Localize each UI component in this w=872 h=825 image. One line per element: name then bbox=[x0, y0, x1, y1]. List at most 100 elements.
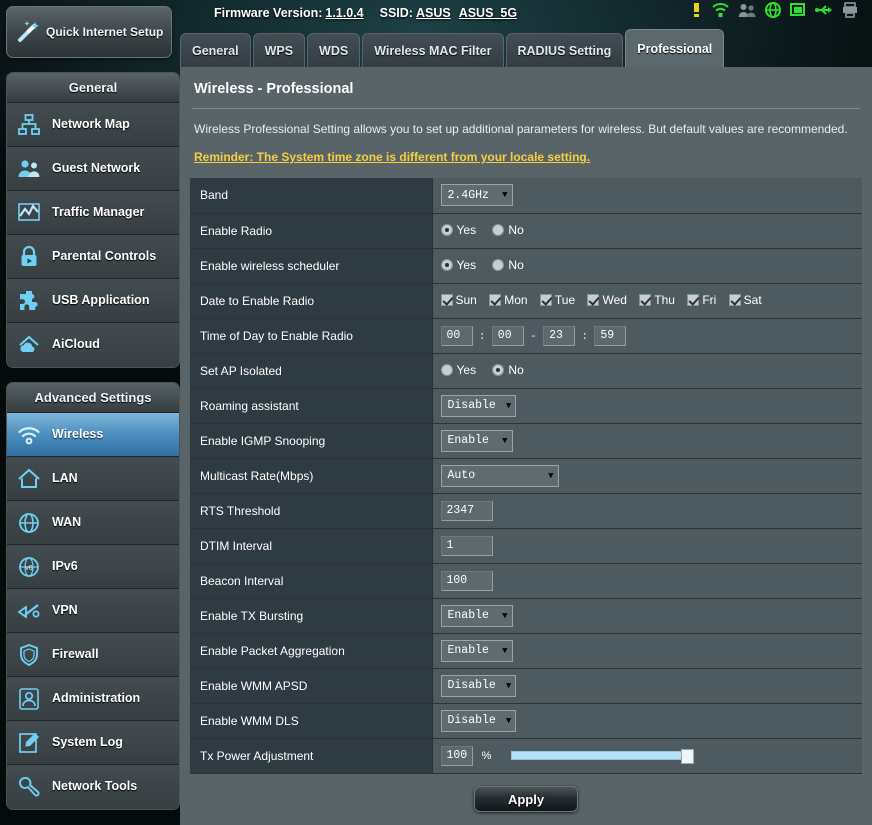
tab-general[interactable]: General bbox=[180, 33, 251, 67]
sidebar-item-usb-application[interactable]: USB Application bbox=[7, 279, 179, 323]
sidebar-item-label: Parental Controls bbox=[52, 248, 157, 263]
sidebar-item-guest-network[interactable]: Guest Network bbox=[7, 147, 179, 191]
igmp-snooping-label: Enable IGMP Snooping bbox=[190, 423, 433, 459]
radio-label: Yes bbox=[456, 222, 477, 237]
sidebar-item-firewall[interactable]: Firewall bbox=[7, 633, 179, 677]
multicast-rate-value: Auto bbox=[447, 469, 476, 483]
start-minute-input[interactable]: 00 bbox=[491, 325, 524, 346]
quick-internet-setup-label: Quick Internet Setup bbox=[46, 25, 164, 39]
sidebar-item-ipv6[interactable]: v6 IPv6 bbox=[7, 545, 179, 589]
usb-icon[interactable] bbox=[815, 2, 833, 18]
wireless-scheduler-yes[interactable]: Yes bbox=[440, 258, 476, 272]
sidebar-item-network-tools[interactable]: Network Tools bbox=[7, 765, 179, 809]
firmware-label: Firmware Version: bbox=[214, 5, 323, 20]
chevron-down-icon: ▼ bbox=[502, 645, 508, 656]
slider-handle[interactable] bbox=[680, 749, 694, 765]
packet-aggregation-select[interactable]: Enable ▼ bbox=[440, 639, 513, 662]
radio-button bbox=[440, 258, 453, 271]
sidebar-item-label: USB Application bbox=[52, 292, 150, 307]
tab-wps[interactable]: WPS bbox=[252, 33, 306, 67]
roaming-assistant-select[interactable]: Disable ▼ bbox=[440, 394, 517, 417]
guest-network-icon[interactable] bbox=[738, 2, 756, 18]
day-checkbox-sat[interactable]: Sat bbox=[728, 293, 762, 307]
day-checkbox-mon[interactable]: Mon bbox=[489, 293, 528, 307]
sidebar-item-lan[interactable]: LAN bbox=[7, 457, 179, 501]
tab-wds[interactable]: WDS bbox=[307, 33, 361, 67]
table-row: Set AP Isolated Yes No bbox=[190, 353, 862, 389]
table-row: Date to Enable Radio Sun Mon Tue Wed Thu… bbox=[190, 283, 862, 319]
enable-radio-no[interactable]: No bbox=[492, 223, 524, 237]
sidebar-item-vpn[interactable]: VPN bbox=[7, 589, 179, 633]
table-row: RTS Threshold 2347 bbox=[190, 493, 862, 529]
rts-threshold-input[interactable]: 2347 bbox=[440, 500, 493, 521]
quick-internet-setup-button[interactable]: Quick Internet Setup bbox=[6, 6, 172, 58]
start-hour-input[interactable]: 00 bbox=[440, 325, 473, 346]
igmp-snooping-select[interactable]: Enable ▼ bbox=[440, 429, 513, 452]
wireless-scheduler-no[interactable]: No bbox=[492, 258, 524, 272]
radio-button bbox=[492, 223, 505, 236]
sidebar-item-label: Firewall bbox=[52, 646, 99, 661]
end-minute-input[interactable]: 59 bbox=[594, 325, 627, 346]
sidebar-item-wireless[interactable]: Wireless bbox=[7, 413, 179, 457]
status-icon-tray bbox=[690, 2, 858, 18]
checkbox bbox=[728, 293, 741, 306]
sidebar-item-network-map[interactable]: Network Map bbox=[7, 103, 179, 147]
alert-icon[interactable] bbox=[690, 2, 703, 18]
timezone-reminder-link[interactable]: Reminder: The System time zone is differ… bbox=[190, 150, 862, 164]
monitor-icon[interactable] bbox=[790, 2, 806, 18]
table-row: Enable IGMP Snooping Enable ▼ bbox=[190, 423, 862, 459]
internet-globe-icon[interactable] bbox=[765, 2, 781, 18]
sidebar-advanced-block: Advanced Settings Wireless LAN WAN v6 IP… bbox=[6, 382, 180, 810]
wireless-signal-icon bbox=[18, 426, 40, 444]
ssid-5g-value: ASUS_5G bbox=[458, 5, 518, 20]
administration-user-icon bbox=[19, 687, 39, 710]
sidebar-item-system-log[interactable]: System Log bbox=[7, 721, 179, 765]
day-label: Fri bbox=[702, 292, 717, 307]
wireless-professional-settings-table: Band 2.4GHz ▼ Enable Radio Yes No Enable… bbox=[190, 178, 862, 774]
day-checkbox-tue[interactable]: Tue bbox=[539, 293, 575, 307]
sidebar-item-administration[interactable]: Administration bbox=[7, 677, 179, 721]
printer-icon[interactable] bbox=[842, 2, 858, 18]
date-to-enable-radio-label: Date to Enable Radio bbox=[190, 283, 433, 319]
usb-application-puzzle-icon bbox=[20, 290, 38, 310]
apply-button[interactable]: Apply bbox=[474, 785, 578, 812]
wmm-apsd-select[interactable]: Disable ▼ bbox=[440, 674, 517, 697]
tx-power-slider[interactable] bbox=[510, 749, 694, 765]
wifi-icon[interactable] bbox=[712, 2, 729, 18]
end-hour-input[interactable]: 23 bbox=[543, 325, 576, 346]
band-select[interactable]: 2.4GHz ▼ bbox=[440, 184, 513, 207]
tx-bursting-select[interactable]: Enable ▼ bbox=[440, 604, 513, 627]
tab-wireless-mac-filter[interactable]: Wireless MAC Filter bbox=[362, 33, 504, 67]
tab-bar: General WPS WDS Wireless MAC Filter RADI… bbox=[180, 25, 872, 67]
sidebar-item-traffic-manager[interactable]: Traffic Manager bbox=[7, 191, 179, 235]
multicast-rate-select[interactable]: Auto ▼ bbox=[440, 464, 559, 487]
enable-radio-yes[interactable]: Yes bbox=[440, 222, 477, 237]
lan-home-icon bbox=[18, 468, 40, 488]
radio-button bbox=[492, 363, 505, 376]
tx-power-input[interactable]: 100 bbox=[440, 745, 474, 766]
sidebar-item-parental-controls[interactable]: Parental Controls bbox=[7, 235, 179, 279]
tx-bursting-value: Enable bbox=[447, 609, 489, 623]
ssid-24-value: ASUS bbox=[415, 5, 451, 20]
table-row: Band 2.4GHz ▼ bbox=[190, 178, 862, 214]
day-checkbox-wed[interactable]: Wed bbox=[587, 293, 627, 307]
ipv6-globe-icon: v6 bbox=[19, 556, 39, 577]
tab-professional[interactable]: Professional bbox=[625, 29, 725, 67]
ap-isolated-no[interactable]: No bbox=[492, 363, 524, 377]
dtim-interval-input[interactable]: 1 bbox=[440, 535, 493, 556]
system-log-edit-icon bbox=[19, 732, 39, 753]
wmm-dls-select[interactable]: Disable ▼ bbox=[440, 709, 517, 732]
band-select-value: 2.4GHz bbox=[447, 188, 489, 202]
sidebar-item-label: LAN bbox=[52, 470, 78, 485]
beacon-interval-input[interactable]: 100 bbox=[440, 570, 493, 591]
day-label: Sun bbox=[455, 292, 477, 307]
day-checkbox-thu[interactable]: Thu bbox=[639, 293, 675, 307]
day-checkbox-sun[interactable]: Sun bbox=[440, 292, 477, 307]
sidebar-item-wan[interactable]: WAN bbox=[7, 501, 179, 545]
sidebar-item-aicloud[interactable]: AiCloud bbox=[7, 323, 179, 367]
tab-radius-setting[interactable]: RADIUS Setting bbox=[505, 33, 624, 67]
checkbox bbox=[440, 293, 453, 306]
ap-isolated-yes[interactable]: Yes bbox=[440, 363, 476, 377]
chevron-down-icon: ▼ bbox=[505, 400, 512, 411]
day-checkbox-fri[interactable]: Fri bbox=[687, 293, 716, 307]
